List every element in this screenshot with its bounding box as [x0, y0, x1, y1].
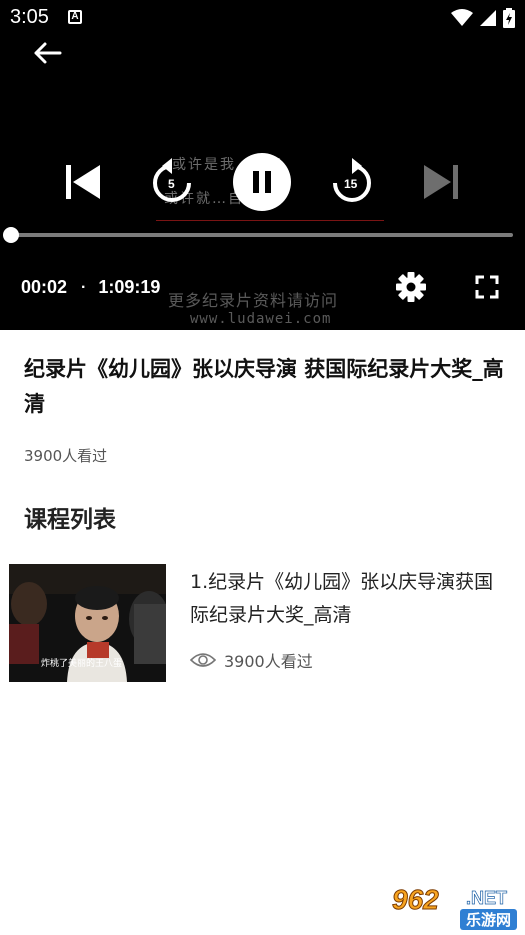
time-display: 00:02 · 1:09:19 — [21, 277, 160, 298]
current-time: 00:02 — [21, 277, 68, 297]
next-button[interactable] — [420, 160, 464, 204]
signal-icon — [480, 10, 496, 26]
status-icons — [451, 8, 515, 28]
pause-button[interactable] — [233, 153, 291, 211]
brand-name: 乐游网 — [460, 909, 518, 930]
brand-domain: .NET — [466, 888, 508, 909]
status-time: 3:05 — [10, 6, 49, 28]
fullscreen-icon — [475, 275, 499, 299]
rewind-button[interactable]: 5 — [148, 156, 196, 208]
brand-watermark: 962 .NET 乐游网 — [386, 884, 520, 930]
video-watermark-url: www.ludawei.com — [190, 311, 332, 327]
skip-next-icon — [424, 165, 458, 199]
gear-icon — [396, 272, 426, 302]
subtitle-divider — [156, 220, 384, 221]
arrow-left-icon — [34, 42, 62, 64]
rewind-seconds: 5 — [168, 177, 175, 191]
back-button[interactable] — [30, 38, 64, 68]
view-count: 3900人看过 — [24, 447, 108, 465]
forward-button[interactable]: 15 — [328, 156, 376, 208]
brand-number: 962 — [392, 884, 440, 916]
settings-button[interactable] — [394, 270, 428, 304]
progress-thumb[interactable] — [3, 227, 20, 243]
thumbnail-caption: 炸桃了美丽的王八蛋 — [41, 659, 123, 669]
previous-button[interactable] — [60, 160, 104, 204]
fullscreen-button[interactable] — [472, 272, 502, 302]
forward-seconds: 15 — [344, 177, 358, 191]
video-player[interactable]: 3:05 A 或许是我…孩子 或许就…自己… 更多纪录片资料请访问 www.lu… — [0, 0, 525, 330]
video-title: 纪录片《幼儿园》张以庆导演 获国际纪录片大奖_高清 — [24, 357, 504, 416]
battery-charging-icon — [503, 8, 515, 28]
course-list-heading: 课程列表 — [24, 507, 116, 533]
eye-icon — [190, 653, 216, 667]
pause-icon — [253, 171, 271, 193]
time-separator: · — [81, 278, 87, 296]
course-item-view-count: 3900人看过 — [224, 652, 313, 671]
duration: 1:09:19 — [98, 277, 161, 297]
progress-bar[interactable] — [3, 227, 513, 243]
video-watermark-text: 更多纪录片资料请访问 — [168, 291, 339, 310]
wifi-icon — [451, 9, 473, 26]
course-list-item[interactable]: 炸桃了美丽的王八蛋 1.纪录片《幼儿园》张以庆导演获国际纪录片大奖_高清 390… — [9, 564, 519, 684]
skip-previous-icon — [66, 165, 100, 199]
course-item-title: 1.纪录片《幼儿园》张以庆导演获国际纪录片大奖_高清 — [190, 571, 494, 626]
notification-badge: A — [68, 10, 82, 24]
course-thumbnail: 炸桃了美丽的王八蛋 — [9, 564, 166, 682]
status-bar: 3:05 A — [0, 0, 525, 36]
course-item-views: 3900人看过 — [190, 648, 313, 672]
